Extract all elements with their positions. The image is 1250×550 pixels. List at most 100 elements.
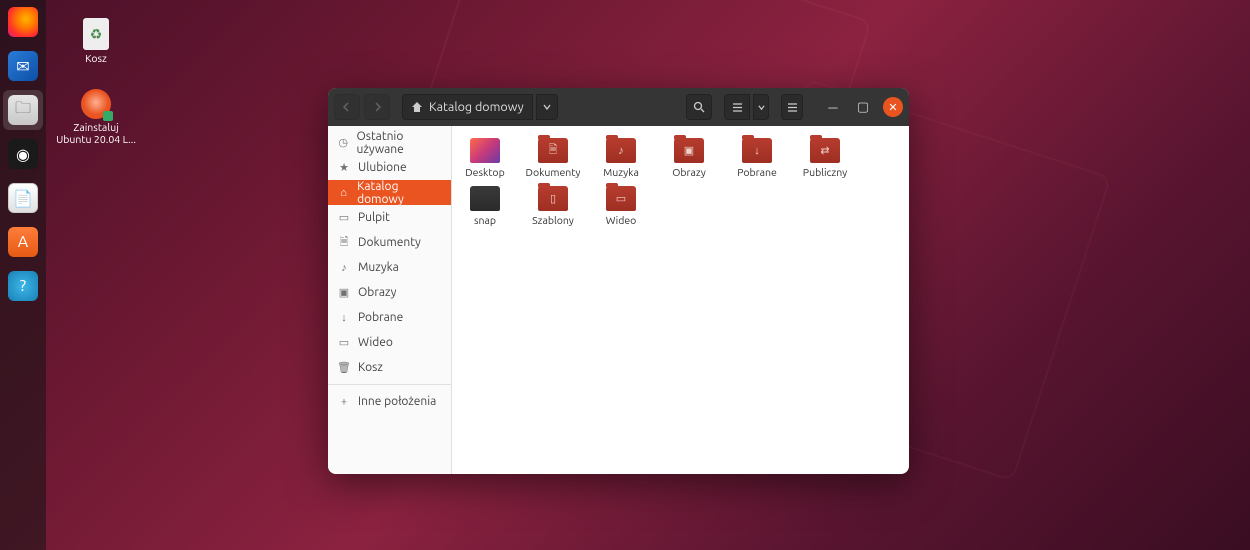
- folder-icon: [470, 138, 500, 163]
- sidebar-item-label: Muzyka: [358, 261, 399, 274]
- chevron-down-icon: [543, 103, 551, 111]
- list-view-icon: [731, 101, 744, 114]
- sidebar-item-downloads[interactable]: ↓Pobrane: [328, 305, 451, 330]
- image-icon: ▣: [338, 286, 350, 299]
- folder-icon: ⇄: [810, 138, 840, 163]
- thunderbird-icon: ✉: [8, 51, 38, 81]
- clock-icon: ◷: [338, 136, 348, 149]
- hamburger-menu-button[interactable]: [781, 94, 803, 120]
- close-button[interactable]: ✕: [883, 97, 903, 117]
- ubuntu-installer-icon: [81, 89, 111, 119]
- help-icon: ?: [8, 271, 38, 301]
- installer-label: Zainstaluj Ubuntu 20.04 L...: [56, 121, 136, 146]
- folder-publiczny[interactable]: ⇄ Publiczny: [802, 138, 848, 178]
- path-bar[interactable]: Katalog domowy: [402, 94, 533, 120]
- home-icon: ⌂: [338, 187, 349, 199]
- sidebar-item-label: Wideo: [358, 336, 393, 349]
- chevron-right-icon: [372, 102, 382, 112]
- titlebar[interactable]: Katalog domowy ─ ▢ ✕: [328, 88, 909, 126]
- star-icon: ★: [338, 161, 350, 174]
- chevron-down-icon: [758, 104, 765, 111]
- view-dropdown-button[interactable]: [753, 94, 769, 120]
- minimize-icon: ─: [828, 100, 837, 115]
- sidebar-item-starred[interactable]: ★ Ulubione: [328, 155, 451, 180]
- chevron-left-icon: [342, 102, 352, 112]
- music-player-icon: ◉: [8, 139, 38, 169]
- video-icon: ▭: [338, 336, 350, 349]
- path-label: Katalog domowy: [429, 100, 524, 114]
- maximize-icon: ▢: [857, 100, 869, 115]
- dock-rhythmbox[interactable]: ◉: [3, 134, 43, 174]
- folder-pobrane[interactable]: ↓Pobrane: [734, 138, 780, 178]
- folder-label: Obrazy: [672, 166, 706, 178]
- dock-help[interactable]: ?: [3, 266, 43, 306]
- folder-muzyka[interactable]: ♪ Muzyka: [598, 138, 644, 178]
- folder-content-area[interactable]: Desktop🗎Dokumenty♪Muzyka▣Obrazy↓Pobrane⇄…: [452, 126, 909, 474]
- desktop-installer[interactable]: Zainstaluj Ubuntu 20.04 L...: [56, 89, 136, 146]
- folder-icon: [470, 186, 500, 211]
- screen-icon: ▭: [338, 211, 350, 224]
- folder-icon: ♪: [606, 138, 636, 163]
- folder-label: Dokumenty: [526, 166, 581, 178]
- sidebar-separator: [328, 384, 451, 385]
- files-icon: 🗀: [8, 95, 38, 125]
- writer-icon: 📄: [8, 183, 38, 213]
- document-icon: 🗎: [338, 233, 350, 252]
- sidebar-item-label: Dokumenty: [358, 236, 421, 249]
- sidebar-item-label: Kosz: [358, 361, 383, 374]
- maximize-button[interactable]: ▢: [853, 97, 873, 117]
- folder-label: Wideo: [606, 214, 637, 226]
- folder-desktop[interactable]: Desktop: [462, 138, 508, 178]
- dock-thunderbird[interactable]: ✉: [3, 46, 43, 86]
- path-dropdown-button[interactable]: [536, 94, 558, 120]
- folder-icon: ▭: [606, 186, 636, 211]
- sidebar-item-label: Katalog domowy: [357, 180, 441, 206]
- sidebar-item-desktop[interactable]: ▭ Pulpit: [328, 205, 451, 230]
- music-icon: ♪: [338, 262, 350, 274]
- trash-label: Kosz: [85, 52, 107, 65]
- sidebar-item-pictures[interactable]: ▣ Obrazy: [328, 280, 451, 305]
- nav-forward-button[interactable]: [364, 94, 390, 120]
- dock: ✉ 🗀 ◉ 📄 A ?: [0, 0, 46, 550]
- sidebar-item-home[interactable]: ⌂ Katalog domowy: [328, 180, 451, 205]
- folder-wideo[interactable]: ▭ Wideo: [598, 186, 644, 226]
- folder-obrazy[interactable]: ▣ Obrazy: [666, 138, 712, 178]
- folder-label: Muzyka: [603, 166, 639, 178]
- search-button[interactable]: [686, 94, 712, 120]
- sidebar-item-label: Obrazy: [358, 286, 396, 299]
- folder-dokumenty[interactable]: 🗎Dokumenty: [530, 138, 576, 178]
- software-center-icon: A: [8, 227, 38, 257]
- dock-software[interactable]: A: [3, 222, 43, 262]
- folder-icon: 🗎: [538, 138, 568, 163]
- sidebar-item-label: Pulpit: [358, 211, 390, 224]
- sidebar-item-label: Inne położenia: [358, 395, 436, 408]
- folder-snap[interactable]: snap: [462, 186, 508, 226]
- sidebar-item-recent[interactable]: ◷ Ostatnio używane: [328, 130, 451, 155]
- download-icon: ↓: [338, 312, 350, 324]
- plus-icon: +: [338, 396, 350, 408]
- dock-firefox[interactable]: [3, 2, 43, 42]
- sidebar-item-label: Ulubione: [358, 161, 407, 174]
- desktop-icons: ♻ Kosz Zainstaluj Ubuntu 20.04 L...: [56, 18, 136, 146]
- home-icon: [411, 101, 423, 113]
- hamburger-icon: [786, 101, 799, 114]
- sidebar-item-videos[interactable]: ▭ Wideo: [328, 330, 451, 355]
- folder-icon: ▣: [674, 138, 704, 163]
- folder-label: Desktop: [465, 166, 504, 178]
- sidebar-item-documents[interactable]: 🗎 Dokumenty: [328, 230, 451, 255]
- dock-files[interactable]: 🗀: [3, 90, 43, 130]
- nav-back-button[interactable]: [334, 94, 360, 120]
- sidebar-item-trash[interactable]: 🗑Kosz: [328, 355, 451, 380]
- trash-icon: ♻: [83, 18, 109, 50]
- file-manager-window: Katalog domowy ─ ▢ ✕ ◷ Ostatnio używane ★…: [328, 88, 909, 474]
- sidebar-item-label: Ostatnio używane: [356, 130, 441, 156]
- minimize-button[interactable]: ─: [823, 97, 843, 117]
- sidebar-item-other-locations[interactable]: + Inne położenia: [328, 389, 451, 414]
- folder-szablony[interactable]: ▯Szablony: [530, 186, 576, 226]
- folder-label: Publiczny: [803, 166, 847, 178]
- folder-label: Szablony: [532, 214, 574, 226]
- desktop-trash[interactable]: ♻ Kosz: [56, 18, 136, 65]
- sidebar-item-music[interactable]: ♪ Muzyka: [328, 255, 451, 280]
- dock-writer[interactable]: 📄: [3, 178, 43, 218]
- view-list-button[interactable]: [724, 94, 750, 120]
